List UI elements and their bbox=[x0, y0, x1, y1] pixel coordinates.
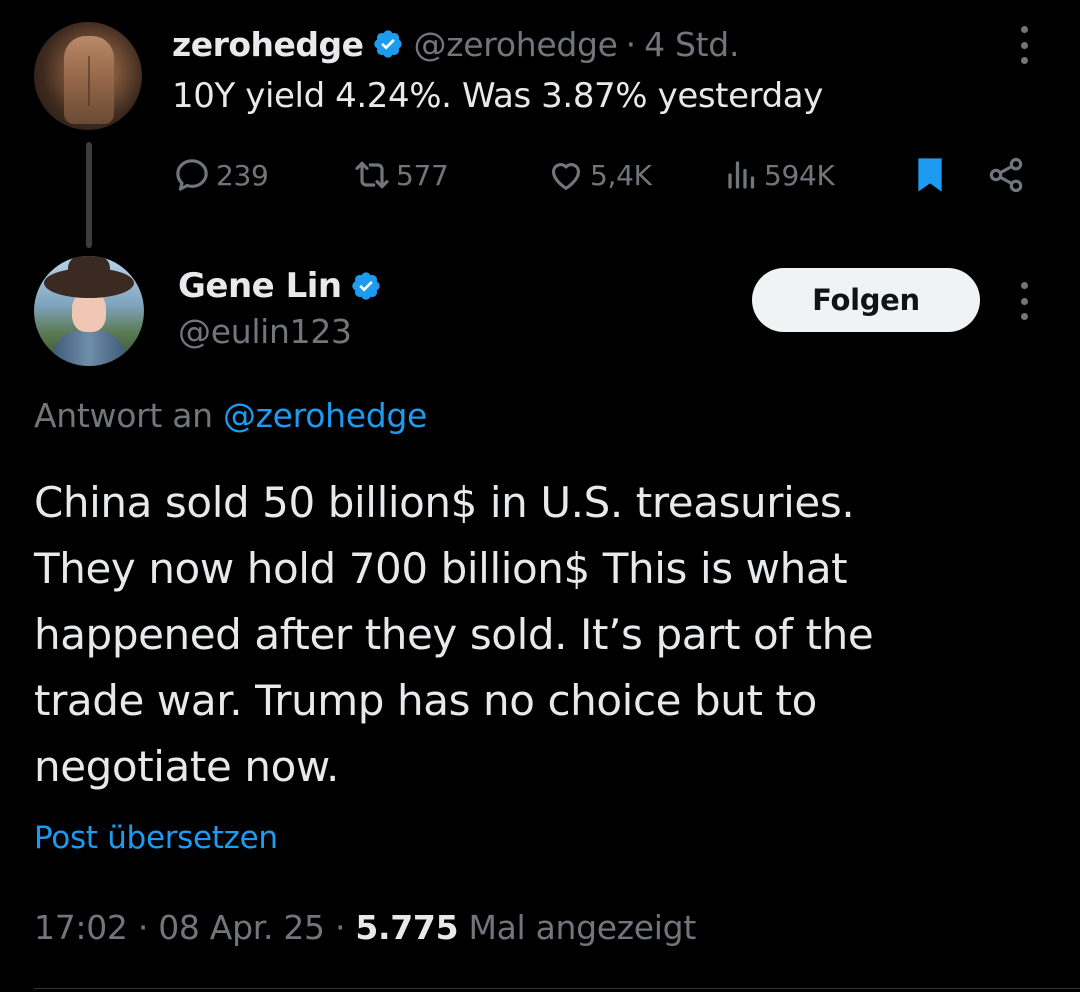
share-icon bbox=[989, 157, 1023, 193]
reply-to-line: Antwort an @zerohedge bbox=[34, 396, 427, 435]
separator-dot: · bbox=[625, 24, 637, 64]
post-time-link[interactable]: 17:02 bbox=[34, 908, 128, 947]
separator-dot: · bbox=[334, 908, 346, 947]
like-count: 5,4K bbox=[590, 158, 652, 192]
views-count: 594K bbox=[764, 158, 835, 192]
reply-icon bbox=[176, 159, 208, 191]
share-button[interactable] bbox=[986, 150, 1026, 200]
reply-to-mention-link[interactable]: @zerohedge bbox=[223, 396, 427, 435]
more-options-icon[interactable] bbox=[1018, 282, 1030, 320]
views-label: Mal angezeigt bbox=[468, 908, 696, 947]
avatar-image bbox=[52, 330, 126, 366]
author-handle[interactable]: @zerohedge bbox=[414, 25, 618, 64]
views-count: 5.775 bbox=[355, 908, 459, 947]
gene-lin-avatar[interactable] bbox=[34, 256, 144, 366]
repost-count: 577 bbox=[396, 158, 449, 192]
translate-post-link[interactable]: Post übersetzen bbox=[34, 820, 278, 856]
more-options-icon[interactable] bbox=[1018, 26, 1030, 64]
heart-icon bbox=[551, 163, 581, 190]
bookmark-filled-icon bbox=[918, 158, 942, 192]
reply-tweet-header: Gene Lin bbox=[178, 262, 382, 310]
divider bbox=[34, 988, 1080, 989]
avatar-image bbox=[64, 36, 114, 124]
reply-to-prefix: Antwort an bbox=[34, 396, 213, 435]
bookmark-button[interactable] bbox=[912, 150, 948, 200]
like-button[interactable]: 5,4K bbox=[546, 150, 652, 200]
zerohedge-avatar[interactable] bbox=[34, 22, 142, 130]
views-chart-icon bbox=[728, 161, 755, 189]
reply-tweet-text: China sold 50 billion$ in U.S. treasurie… bbox=[34, 470, 1034, 800]
author-name[interactable]: zerohedge bbox=[172, 25, 364, 64]
verified-badge-icon bbox=[351, 272, 380, 300]
tweet-text-line: happened after they sold. It’s part of t… bbox=[34, 610, 874, 659]
verified-badge-icon bbox=[373, 30, 402, 58]
separator-dot: · bbox=[137, 908, 149, 947]
tweet-meta: 17:02 · 08 Apr. 25 · 5.775 Mal angezeigt bbox=[34, 908, 696, 947]
avatar-face bbox=[72, 292, 106, 332]
tweet-text-line: China sold 50 billion$ in U.S. treasurie… bbox=[34, 478, 855, 527]
tweet-text-line: negotiate now. bbox=[34, 742, 339, 791]
post-date-link[interactable]: 08 Apr. 25 bbox=[158, 908, 325, 947]
author-handle[interactable]: @eulin123 bbox=[178, 312, 352, 351]
avatar-hat-crown bbox=[68, 256, 110, 286]
repost-icon bbox=[355, 161, 389, 189]
tweet-text-line: They now hold 700 billion$ This is what bbox=[34, 544, 848, 593]
tweet-text-line: trade war. Trump has no choice but to bbox=[34, 676, 817, 725]
reply-count: 239 bbox=[216, 158, 269, 192]
tweet-time[interactable]: 4 Std. bbox=[644, 25, 739, 64]
reply-button[interactable]: 239 bbox=[172, 150, 269, 200]
parent-tweet-text: 10Y yield 4.24%. Was 3.87% yesterday bbox=[172, 76, 823, 116]
follow-button[interactable]: Folgen bbox=[752, 268, 980, 332]
author-name[interactable]: Gene Lin bbox=[178, 266, 342, 306]
views-button[interactable]: 594K bbox=[724, 150, 835, 200]
repost-button[interactable]: 577 bbox=[352, 150, 449, 200]
thread-connector-line bbox=[86, 142, 92, 248]
parent-tweet-header: zerohedge @zerohedge · 4 Std. bbox=[172, 20, 739, 68]
